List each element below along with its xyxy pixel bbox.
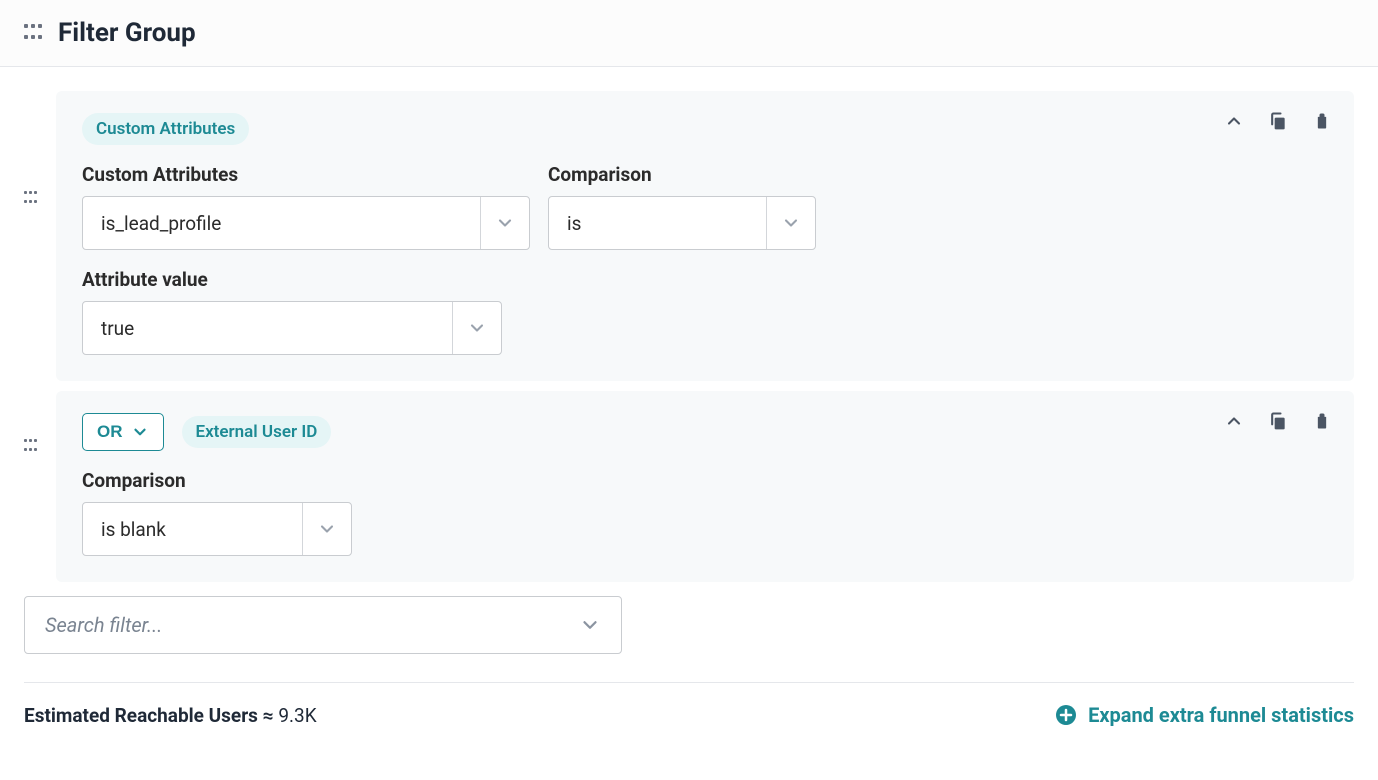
attribute-select[interactable]: is_lead_profile bbox=[82, 196, 530, 250]
drag-handle-icon[interactable] bbox=[24, 439, 40, 455]
plus-circle-icon bbox=[1054, 703, 1078, 727]
select-value: true bbox=[101, 317, 452, 340]
chevron-down-icon bbox=[131, 423, 149, 441]
expand-funnel-button[interactable]: Expand extra funnel statistics bbox=[1054, 703, 1354, 727]
row-drag-area bbox=[24, 391, 56, 455]
estimate-text: Estimated Reachable Users ≈ 9.3K bbox=[24, 704, 317, 727]
duplicate-button[interactable] bbox=[1266, 409, 1290, 433]
select-value: is blank bbox=[101, 518, 302, 541]
row-drag-area bbox=[24, 91, 56, 207]
card-actions bbox=[1222, 409, 1334, 433]
field-label: Comparison bbox=[548, 163, 816, 186]
filter-type-chip: Custom Attributes bbox=[82, 113, 249, 145]
chevron-down-icon bbox=[480, 197, 515, 249]
collapse-button[interactable] bbox=[1222, 409, 1246, 433]
chevron-down-icon bbox=[766, 197, 801, 249]
drag-handle-icon[interactable] bbox=[24, 24, 42, 42]
comparison-select[interactable]: is bbox=[548, 196, 816, 250]
estimate-value: 9.3K bbox=[278, 704, 316, 727]
delete-button[interactable] bbox=[1310, 409, 1334, 433]
select-value: is_lead_profile bbox=[101, 212, 480, 235]
field-label: Custom Attributes bbox=[82, 163, 530, 186]
delete-button[interactable] bbox=[1310, 109, 1334, 133]
expand-funnel-label: Expand extra funnel statistics bbox=[1088, 703, 1354, 727]
card-actions bbox=[1222, 109, 1334, 133]
estimate-approx: ≈ bbox=[263, 704, 274, 727]
field-label: Attribute value bbox=[82, 268, 1328, 291]
logic-operator-label: OR bbox=[97, 422, 123, 442]
duplicate-button[interactable] bbox=[1266, 109, 1290, 133]
search-filter-select[interactable]: Search filter... bbox=[24, 596, 622, 654]
chevron-down-icon bbox=[452, 302, 487, 354]
search-placeholder: Search filter... bbox=[45, 613, 162, 637]
filter-row: Custom Attributes Custom Attributes is_l… bbox=[24, 91, 1354, 381]
value-select[interactable]: true bbox=[82, 301, 502, 355]
comparison-select[interactable]: is blank bbox=[82, 502, 352, 556]
drag-handle-icon[interactable] bbox=[24, 191, 40, 207]
field-label: Comparison bbox=[82, 469, 1328, 492]
filter-card: Custom Attributes Custom Attributes is_l… bbox=[56, 91, 1354, 381]
filter-row: OR External User ID Comparison is blank bbox=[24, 391, 1354, 582]
collapse-button[interactable] bbox=[1222, 109, 1246, 133]
logic-operator-button[interactable]: OR bbox=[82, 413, 164, 451]
page-header: Filter Group bbox=[0, 0, 1378, 67]
chevron-down-icon bbox=[302, 503, 337, 555]
page-title: Filter Group bbox=[58, 18, 196, 48]
chevron-down-icon bbox=[579, 614, 601, 636]
select-value: is bbox=[567, 212, 766, 235]
filters-container: Custom Attributes Custom Attributes is_l… bbox=[0, 91, 1378, 654]
filter-card: OR External User ID Comparison is blank bbox=[56, 391, 1354, 582]
footer: Estimated Reachable Users ≈ 9.3K Expand … bbox=[24, 682, 1354, 727]
estimate-label: Estimated Reachable Users bbox=[24, 704, 258, 727]
search-filter-wrap: Search filter... bbox=[24, 596, 1354, 654]
filter-type-chip: External User ID bbox=[182, 416, 332, 448]
